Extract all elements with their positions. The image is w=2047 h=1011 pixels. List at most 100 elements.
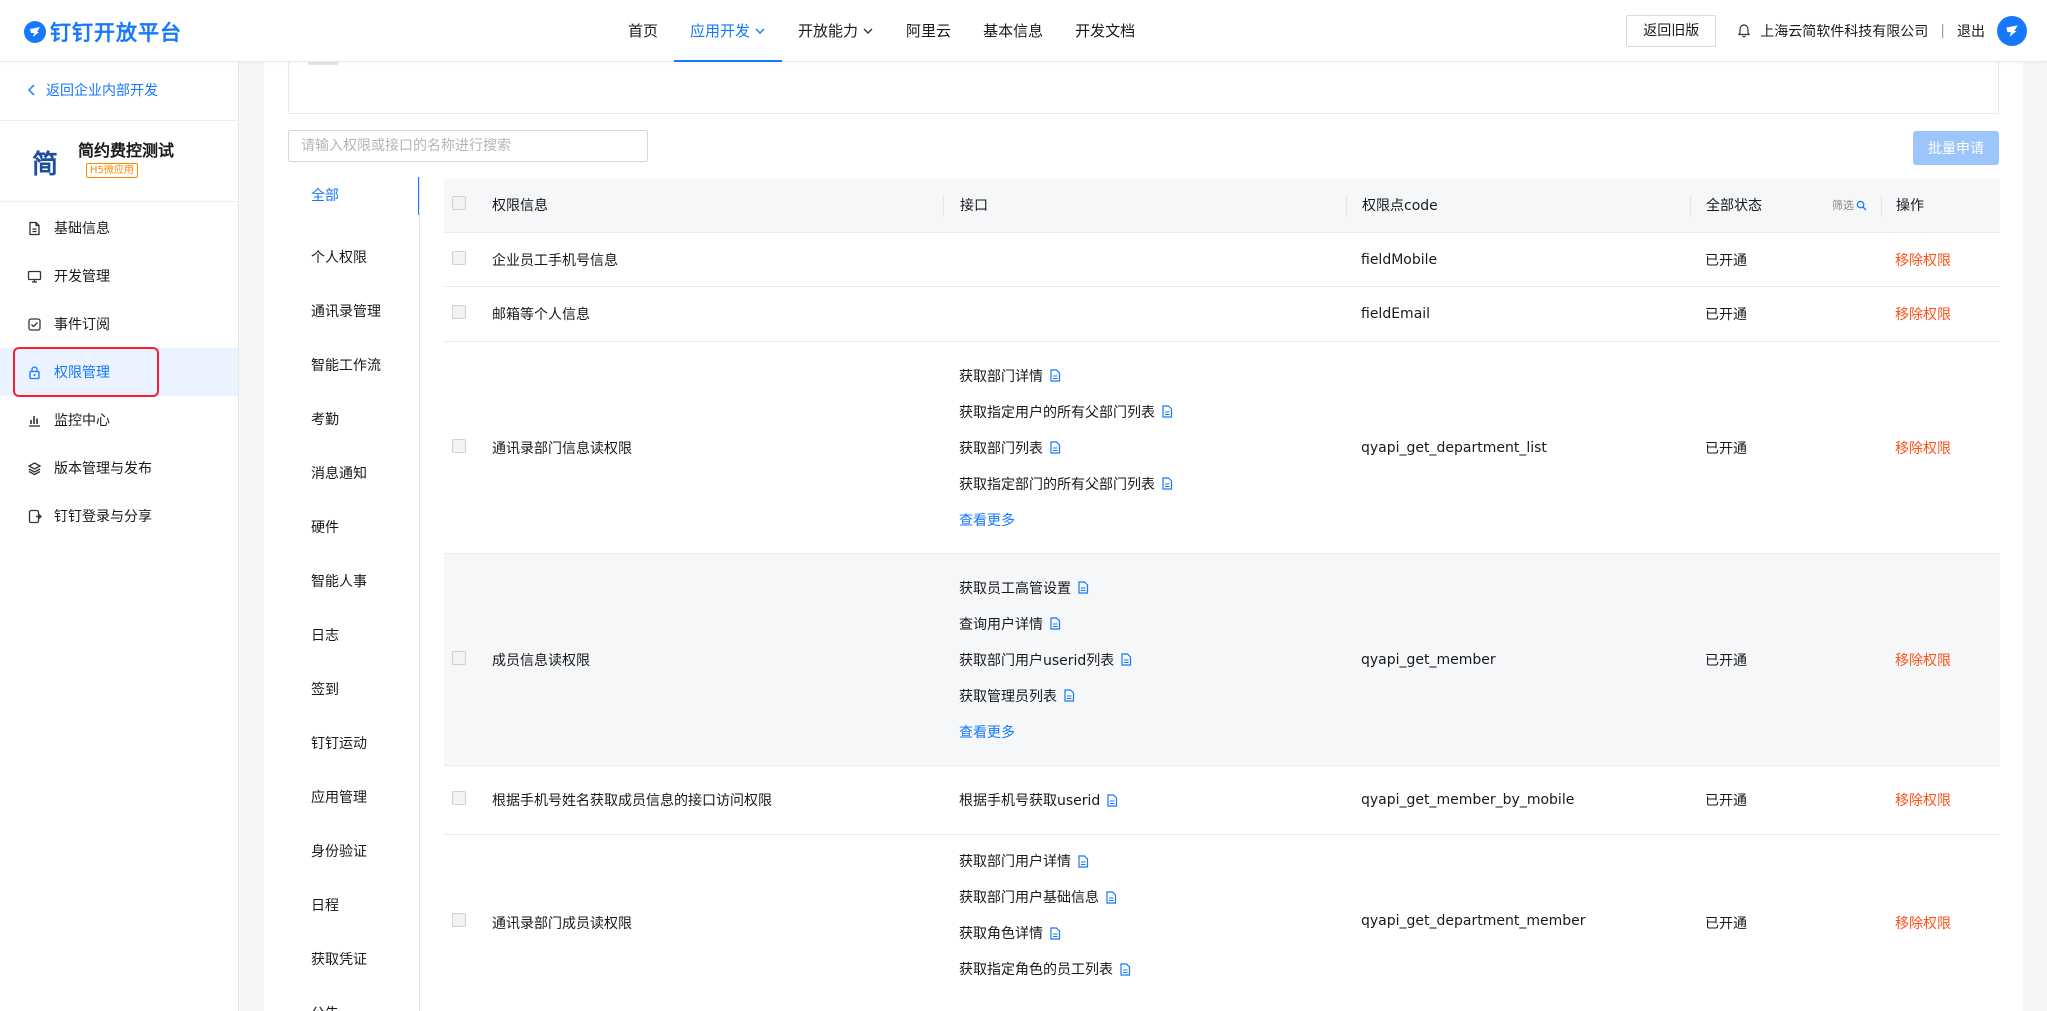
category-item-9[interactable]: 签到	[288, 663, 419, 717]
row-checkbox[interactable]	[452, 650, 466, 665]
batch-apply-button[interactable]: 批量申请	[1913, 131, 1999, 165]
nav-item-3[interactable]: 阿里云	[890, 0, 967, 62]
avatar[interactable]	[1997, 16, 2027, 46]
api-item[interactable]: 获取指定角色的员工列表	[959, 951, 1346, 987]
row-checkbox[interactable]	[452, 305, 466, 319]
category-item-11[interactable]: 应用管理	[288, 771, 419, 825]
bar-chart-icon	[29, 415, 40, 427]
sidebar-item-0[interactable]: 基础信息	[0, 204, 238, 252]
row-checkbox[interactable]	[452, 250, 466, 265]
doc-link-icon[interactable]	[1049, 369, 1061, 382]
logout-link[interactable]: 退出	[1957, 21, 1985, 41]
brand-logo[interactable]: 钉钉开放平台	[24, 17, 182, 47]
row-checkbox[interactable]	[452, 791, 466, 805]
api-item[interactable]: 获取指定用户的所有父部门列表	[959, 394, 1346, 430]
row-checkbox-cell	[444, 650, 490, 669]
doc-link-icon[interactable]	[1077, 581, 1089, 594]
api-item[interactable]: 获取部门用户详情	[959, 843, 1346, 879]
category-item-5[interactable]: 消息通知	[288, 447, 419, 501]
api-item[interactable]: 获取部门用户userid列表	[959, 642, 1346, 678]
category-item-2[interactable]: 通讯录管理	[288, 285, 419, 339]
chevron-down-icon	[755, 28, 765, 34]
nav-item-5[interactable]: 开发文档	[1059, 0, 1151, 62]
api-item[interactable]: 获取部门详情	[959, 358, 1346, 394]
nav-item-4[interactable]: 基本信息	[967, 0, 1059, 62]
doc-link-icon[interactable]	[1105, 890, 1117, 904]
category-item-13[interactable]: 日程	[288, 879, 419, 933]
status-cell: 已开通	[1690, 438, 1881, 458]
bell-icon[interactable]	[1736, 23, 1752, 39]
api-item[interactable]: 获取部门用户基础信息	[959, 879, 1346, 915]
nav-item-2[interactable]: 开放能力	[782, 0, 890, 62]
remove-permission-link[interactable]: 移除权限	[1895, 653, 1951, 669]
sidebar-item-2[interactable]: 事件订阅	[0, 300, 238, 348]
api-item[interactable]: 获取角色详情	[959, 915, 1346, 951]
main-panel: 批量申请 全部个人权限通讯录管理智能工作流考勤消息通知硬件智能人事日志签到钉钉运…	[264, 62, 2023, 1011]
api-item[interactable]: 获取指定部门的所有父部门列表	[959, 466, 1346, 502]
view-more-link[interactable]: 查看更多	[959, 502, 1346, 538]
remove-permission-link[interactable]: 移除权限	[1895, 916, 1951, 932]
doc-link-icon[interactable]	[1049, 617, 1061, 630]
lock-icon	[29, 365, 40, 379]
api-item[interactable]: 获取管理员列表	[959, 678, 1346, 714]
category-item-12[interactable]: 身份验证	[288, 825, 419, 879]
doc-link-icon[interactable]	[1161, 477, 1173, 490]
remove-permission-link[interactable]: 移除权限	[1895, 793, 1951, 809]
category-item-1[interactable]: 个人权限	[288, 231, 419, 285]
row-checkbox[interactable]	[452, 438, 466, 453]
category-item-0[interactable]: 全部	[288, 177, 419, 231]
sidebar-item-5[interactable]: 版本管理与发布	[0, 444, 238, 492]
api-item[interactable]: 获取员工高管设置	[959, 570, 1346, 606]
doc-link-icon[interactable]	[1161, 405, 1173, 418]
sidebar-item-3[interactable]: 权限管理	[0, 348, 238, 396]
nav-item-0[interactable]: 首页	[612, 0, 674, 62]
doc-link-icon[interactable]	[1049, 441, 1061, 454]
status-filter-button[interactable]: 筛选	[1832, 195, 1867, 217]
sidebar-item-6[interactable]: 钉钉登录与分享	[0, 492, 238, 540]
back-to-internal-dev-link[interactable]: 返回企业内部开发	[28, 80, 158, 100]
category-item-15[interactable]: 公告	[288, 987, 419, 1011]
status-cell: 已开通	[1690, 650, 1881, 670]
category-item-4[interactable]: 考勤	[288, 393, 419, 447]
category-item-8[interactable]: 日志	[288, 609, 419, 663]
category-item-6[interactable]: 硬件	[288, 501, 419, 555]
category-item-14[interactable]: 获取凭证	[288, 933, 419, 987]
permission-table: 权限信息 接口 权限点code 全部状态 筛选 操作 企业员工手机号信息 fiel…	[444, 179, 2000, 1011]
api-list: 获取员工高管设置 查询用户详情 获取部门用户userid列表 获取管理员列表 查看更多	[943, 570, 1346, 750]
nav-item-1[interactable]: 应用开发	[674, 0, 783, 62]
doc-link-icon[interactable]	[1049, 926, 1061, 940]
nav-item-label: 首页	[628, 22, 659, 40]
header-status: 全部状态 筛选	[1690, 194, 1881, 217]
select-all-checkbox[interactable]	[452, 195, 466, 210]
company-name[interactable]: 上海云简软件科技有限公司	[1760, 21, 1928, 41]
category-item-3[interactable]: 智能工作流	[288, 339, 419, 393]
permission-search-input[interactable]	[288, 130, 648, 162]
row-checkbox-cell	[444, 913, 490, 931]
remove-permission-link[interactable]: 移除权限	[1895, 441, 1951, 457]
document-icon	[29, 221, 40, 235]
nav-item-label: 基本信息	[983, 22, 1044, 40]
permission-info: 通讯录部门成员读权限	[492, 916, 632, 932]
app-card: 简 简约费控测试 H5微应用	[0, 120, 238, 202]
remove-permission-link[interactable]: 移除权限	[1895, 307, 1951, 323]
doc-link-icon[interactable]	[1120, 653, 1132, 666]
api-item[interactable]: 查询用户详情	[959, 606, 1346, 642]
doc-link-icon[interactable]	[1106, 793, 1118, 807]
doc-link-icon[interactable]	[1077, 854, 1089, 868]
remove-permission-link[interactable]: 移除权限	[1895, 253, 1951, 269]
category-item-7[interactable]: 智能人事	[288, 555, 419, 609]
row-checkbox[interactable]	[452, 913, 466, 927]
sidebar-item-1[interactable]: 开发管理	[0, 252, 238, 300]
api-name: 获取指定用户的所有父部门列表	[959, 404, 1155, 421]
view-more-link[interactable]: 查看更多	[959, 714, 1346, 750]
doc-link-icon[interactable]	[1063, 689, 1075, 702]
api-item[interactable]: 获取部门列表	[959, 430, 1346, 466]
dingtalk-logo-icon	[24, 21, 46, 43]
doc-link-icon[interactable]	[1119, 962, 1131, 976]
sidebar-item-4[interactable]: 监控中心	[0, 396, 238, 444]
return-old-version-button[interactable]: 返回旧版	[1626, 15, 1717, 47]
api-item[interactable]: 根据手机号获取userid	[959, 782, 1346, 818]
table-body: 企业员工手机号信息 fieldMobile 已开通 移除权限 邮箱等个人信息 fieldE…	[444, 233, 2000, 1011]
layers-icon	[27, 461, 42, 475]
category-item-10[interactable]: 钉钉运动	[288, 717, 419, 771]
